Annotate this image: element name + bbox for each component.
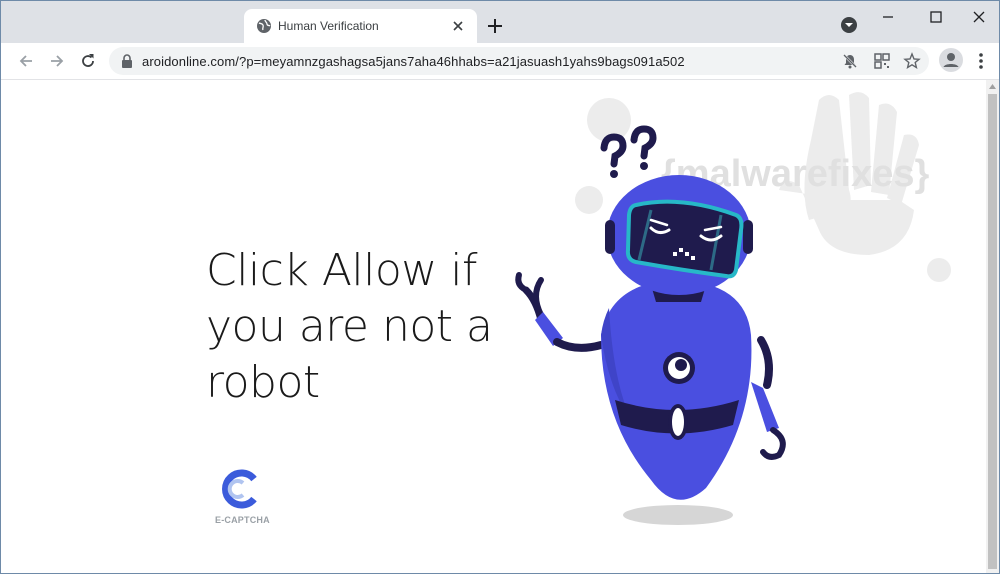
profile-icon[interactable] — [939, 48, 963, 72]
maximize-icon[interactable] — [926, 7, 946, 27]
reload-icon[interactable] — [78, 51, 98, 71]
minimize-icon[interactable] — [878, 7, 898, 27]
scroll-up-arrow-icon[interactable] — [989, 84, 996, 89]
qr-icon[interactable] — [873, 52, 891, 70]
close-window-icon[interactable] — [969, 7, 989, 27]
menu-icon[interactable] — [973, 51, 989, 71]
url-text[interactable]: aroidonline.com/?p=meyamnzgashagsa5jans7… — [142, 54, 685, 69]
tab-title: Human Verification — [278, 19, 379, 33]
back-icon[interactable] — [16, 51, 36, 71]
forward-icon[interactable] — [47, 51, 67, 71]
tab-strip: Human Verification — [1, 1, 999, 43]
star-icon[interactable] — [903, 52, 921, 70]
captcha-logo-icon — [222, 469, 257, 509]
page-content: {malwarefixes} Click Allow if you are no… — [1, 80, 986, 573]
browser-window: Human Verification aroidonline.com/?p=me… — [0, 0, 1000, 574]
scrollbar[interactable] — [986, 80, 999, 573]
robot-illustration — [515, 125, 786, 525]
tab-human-verification[interactable]: Human Verification — [244, 9, 477, 43]
tab-search-icon[interactable] — [839, 15, 859, 35]
close-icon[interactable] — [449, 17, 467, 35]
plus-icon[interactable] — [485, 16, 505, 36]
globe-icon — [257, 19, 271, 33]
notifications-blocked-icon[interactable] — [841, 52, 859, 70]
lock-icon[interactable] — [121, 54, 133, 68]
toolbar: aroidonline.com/?p=meyamnzgashagsa5jans7… — [1, 43, 999, 80]
scroll-thumb[interactable] — [988, 94, 997, 569]
address-bar[interactable]: aroidonline.com/?p=meyamnzgashagsa5jans7… — [109, 47, 929, 75]
question-marks-icon — [600, 125, 657, 168]
page-headline: Click Allow if you are not a robot — [206, 245, 493, 408]
captcha-label: E-CAPTCHA — [215, 515, 270, 525]
